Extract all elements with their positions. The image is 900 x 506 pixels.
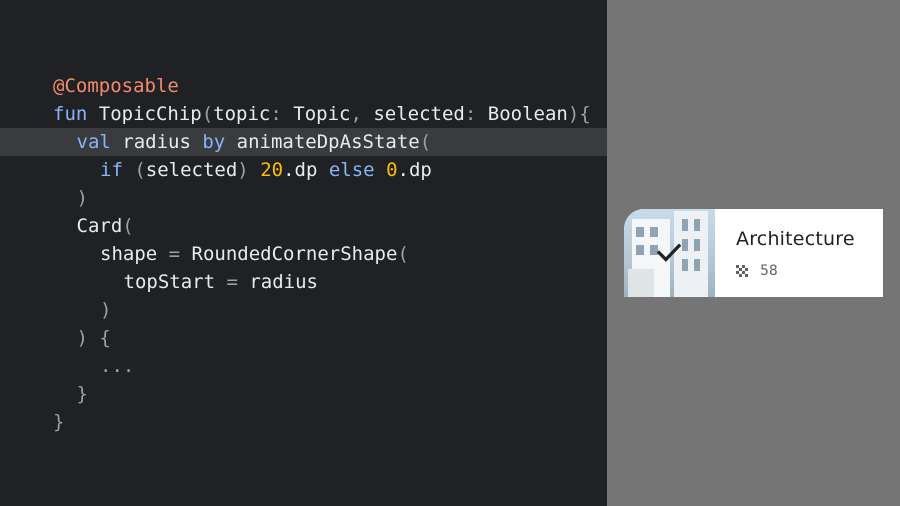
code-token: ) [237,159,261,181]
code-line-text: } [77,380,88,408]
code-line-text: if (selected) 20.dp else 0.dp [100,156,432,184]
code-token: animateDpAsState [225,131,420,153]
code-token: } [76,383,88,405]
code-line[interactable]: fun TopicChip(topic: Topic, selected: Bo… [0,100,607,128]
code-token: TopicChip [87,103,202,125]
code-token: 20 [260,159,284,181]
chip-body: Architecture 58 [715,209,883,297]
code-token: ) [76,187,88,209]
code-token: Topic [293,103,351,125]
code-line-text: Card( [77,212,134,240]
code-line[interactable]: shape = RoundedCornerShape( [0,240,607,268]
code-token: selected [145,159,238,181]
code-line[interactable]: if (selected) 20.dp else 0.dp [0,156,607,184]
code-token: shape [100,243,158,265]
preview-pane: Architecture 58 [607,0,900,506]
code-line-text: shape = RoundedCornerShape( [100,240,409,268]
code-token: .dp [283,159,329,181]
code-token: by [202,131,226,153]
code-line[interactable]: ) { [0,324,607,352]
code-token: ( [419,131,432,153]
code-line[interactable]: @Composable [0,72,607,100]
code-editor[interactable]: @Composable fun TopicChip(topic: Topic, s… [0,0,607,506]
code-token: = [215,271,250,293]
code-token: ... [100,355,135,377]
code-line[interactable]: ) [0,296,607,324]
code-line-text: val radius by animateDpAsState( [77,128,432,156]
code-token: , [350,103,374,125]
code-line-text: @Composable [53,72,179,100]
code-token: Card [76,215,123,237]
code-token: ) { [76,327,111,349]
code-line[interactable]: } [0,408,607,436]
code-token: } [53,411,65,433]
code-token: fun [53,103,88,125]
code-token: ( [122,159,146,181]
code-line[interactable]: val radius by animateDpAsState( [0,128,607,156]
grid-dots-icon [736,265,748,277]
code-line[interactable]: } [0,380,607,408]
topic-image [624,209,715,297]
check-icon [656,243,682,262]
code-token: ( [122,215,134,237]
code-token: radius [110,131,203,153]
code-token: selected [373,103,465,125]
code-token: else [328,159,375,181]
code-token: ( [397,243,409,265]
code-line-text: topStart = radius [124,268,318,296]
code-line[interactable]: Card( [0,212,607,240]
code-token: radius [249,271,318,293]
topic-title: Architecture [736,228,855,250]
code-line-text: ... [100,352,134,380]
code-line[interactable]: topStart = radius [0,268,607,296]
code-line-text: ) { [77,324,111,352]
code-line[interactable]: ) [0,184,607,212]
code-token: RoundedCornerShape [191,243,398,265]
code-token: if [100,159,123,181]
code-token: @Composable [53,75,179,97]
code-token: ){ [567,103,591,125]
code-line-text: ) [77,184,88,212]
code-token: Boolean [487,103,568,125]
code-line-text: fun TopicChip(topic: Topic, selected: Bo… [53,100,591,128]
topic-chip[interactable]: Architecture 58 [624,209,883,297]
code-token: : [464,103,488,125]
topic-meta: 58 [736,263,778,279]
code-token: ( [201,103,214,125]
topic-count: 58 [760,263,778,279]
code-token: ) [100,299,112,321]
code-line-text: ) [100,296,111,324]
code-line-text: } [53,408,64,436]
code-token: 0 [386,159,398,181]
code-token: = [157,243,192,265]
code-token: .dp [397,159,432,181]
code-token: : [270,103,294,125]
code-line[interactable]: ... [0,352,607,380]
code-token: val [76,131,111,153]
code-token: topStart [123,271,216,293]
code-token: topic [213,103,271,125]
